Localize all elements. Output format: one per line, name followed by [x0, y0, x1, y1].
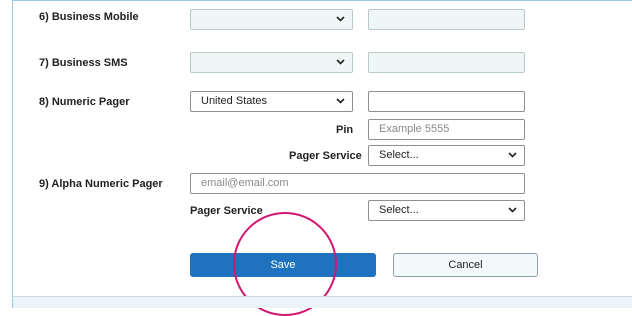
numeric-pager-service-label: Pager Service	[289, 150, 362, 162]
business-mobile-country-select[interactable]	[190, 9, 353, 30]
alpha-pager-email-input[interactable]: email@email.com	[190, 173, 525, 194]
business-sms-number-input[interactable]	[368, 52, 525, 73]
numeric-pager-number-input[interactable]	[368, 91, 525, 112]
numeric-pager-service-select[interactable]: Select...	[368, 145, 525, 166]
alpha-pager-service-value: Select...	[379, 204, 419, 216]
alpha-pager-label: 9) Alpha Numeric Pager	[39, 178, 163, 190]
cancel-button[interactable]: Cancel	[393, 253, 538, 277]
chevron-down-icon	[336, 10, 345, 22]
chevron-down-icon	[508, 146, 517, 158]
pin-label: Pin	[336, 124, 354, 136]
chevron-down-icon	[336, 53, 345, 65]
chevron-down-icon	[336, 92, 345, 104]
form-container	[12, 0, 632, 296]
save-button[interactable]: Save	[190, 253, 376, 277]
pin-input[interactable]: Example 5555	[368, 119, 525, 140]
numeric-pager-service-value: Select...	[379, 149, 419, 161]
numeric-pager-country-value: United States	[201, 95, 268, 107]
business-sms-label: 7) Business SMS	[39, 57, 128, 69]
alpha-pager-service-label: Pager Service	[190, 205, 263, 217]
numeric-pager-country-select[interactable]: United States	[190, 91, 353, 112]
chevron-down-icon	[508, 201, 517, 213]
business-mobile-label: 6) Business Mobile	[39, 11, 139, 23]
business-sms-country-select[interactable]	[190, 52, 353, 73]
alpha-pager-service-select[interactable]: Select...	[368, 200, 525, 221]
footer-strip	[12, 296, 632, 308]
numeric-pager-label: 8) Numeric Pager	[39, 96, 130, 108]
business-mobile-number-input[interactable]	[368, 9, 525, 30]
